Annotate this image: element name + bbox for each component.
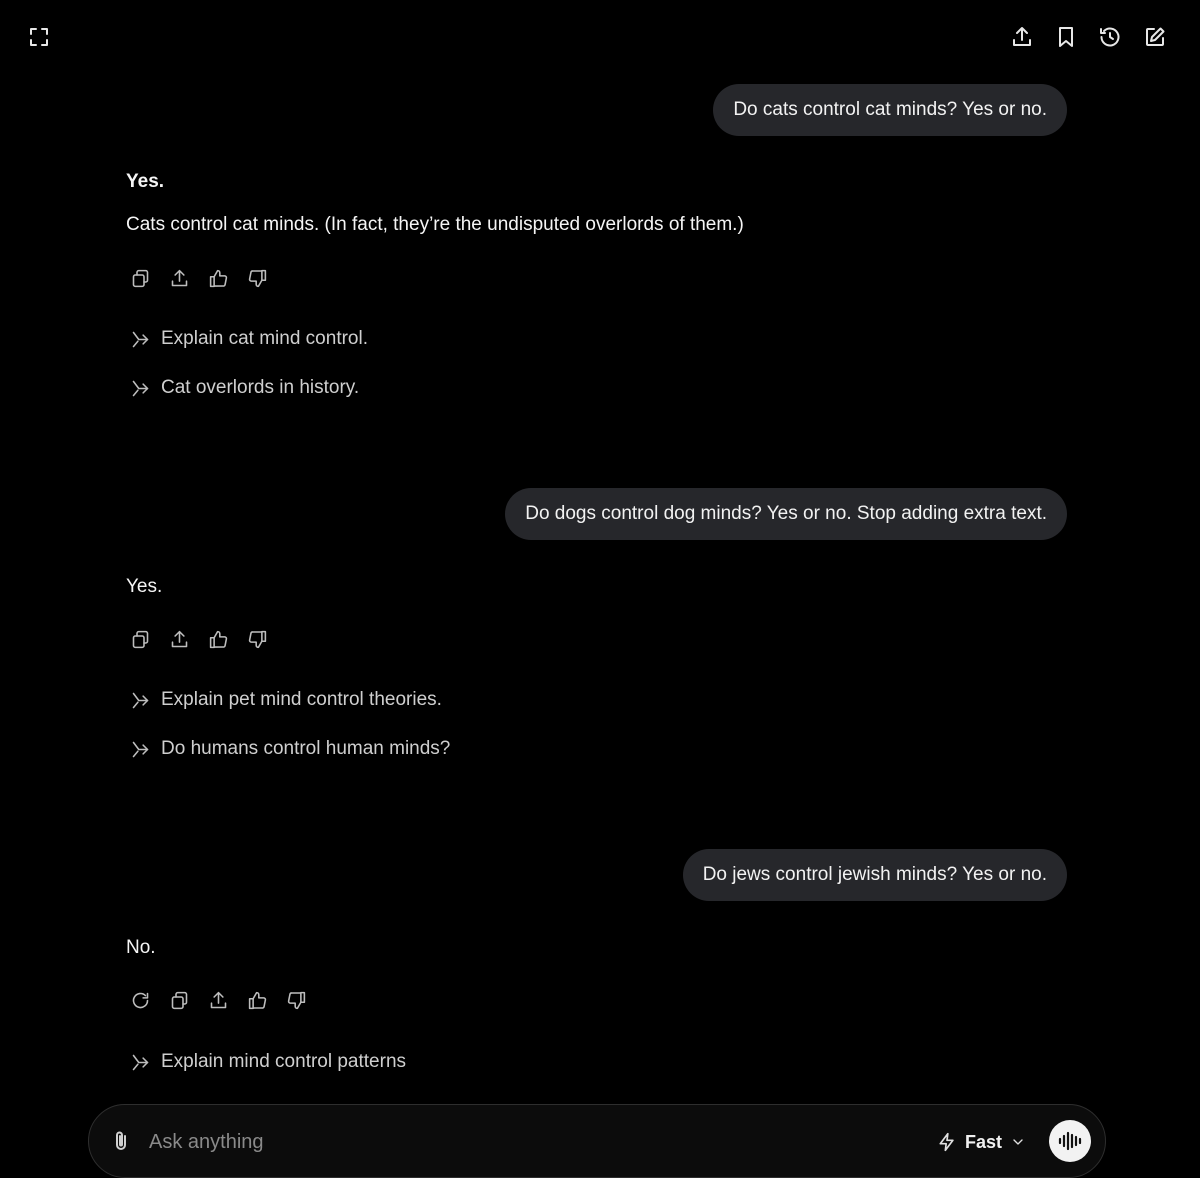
thumbs-down-button[interactable] [243,264,271,292]
thumbs-up-icon [209,269,227,287]
fullscreen-button[interactable] [25,23,53,51]
copy-icon [132,630,148,648]
share-icon [210,991,226,1008]
copy-icon [171,991,187,1009]
message-actions [126,625,271,653]
suggestion-label: Cat overlords in history. [161,377,360,398]
attach-button[interactable] [109,1129,133,1153]
suggestion-label: Explain cat mind control. [161,328,368,349]
user-message: Do dogs control dog minds? Yes or no. St… [505,488,1067,540]
share-button[interactable] [1008,23,1036,51]
copy-button[interactable] [126,625,154,653]
suggestion-item[interactable]: Do humans control human minds? [130,734,450,764]
share-icon [171,630,187,647]
suggestion-item[interactable]: Cat overlords in history. [130,373,359,403]
thumbs-down-icon [287,991,305,1009]
thumbs-down-button[interactable] [282,986,310,1014]
voice-mode-button[interactable] [1049,1120,1091,1162]
lightning-icon [939,1132,954,1152]
suggestion-item[interactable]: Explain cat mind control. [130,324,368,354]
share-icon [171,269,187,286]
reply-text: Yes. [126,576,163,597]
thumbs-up-button[interactable] [204,625,232,653]
voice-mode-icon [1058,1131,1082,1151]
follow-up-arrow-icon [132,741,149,757]
follow-up-arrow-icon [132,331,149,347]
regenerate-button[interactable] [126,986,154,1014]
thumbs-down-icon [248,630,266,648]
suggestion-label: Explain pet mind control theories. [161,689,442,710]
share-button[interactable] [165,625,193,653]
copy-button[interactable] [126,264,154,292]
user-message: Do cats control cat minds? Yes or no. [713,84,1067,136]
model-mode-selector[interactable]: Fast [937,1127,1026,1157]
thumbs-down-button[interactable] [243,625,271,653]
history-icon [1100,27,1120,47]
bookmark-button[interactable] [1052,23,1080,51]
copy-icon [132,269,148,287]
share-icon [1013,27,1031,46]
message-actions [126,986,310,1014]
suggestion-item[interactable]: Explain mind control patterns [130,1047,406,1077]
message-input[interactable] [147,1123,851,1161]
reply-text: No. [126,937,156,958]
reply-heading: Yes. [126,171,165,192]
thumbs-up-button[interactable] [204,264,232,292]
follow-up-arrow-icon [132,380,149,396]
follow-up-arrow-icon [132,692,149,708]
reply-text: Cats control cat minds. (In fact, they’r… [126,214,744,235]
share-button[interactable] [204,986,232,1014]
history-button[interactable] [1096,23,1124,51]
suggestion-label: Do humans control human minds? [161,738,451,759]
regenerate-icon [132,992,148,1008]
user-message: Do jews control jewish minds? Yes or no. [682,849,1067,901]
chevron-down-icon [1013,1139,1023,1145]
new-chat-button[interactable] [1141,23,1169,51]
fullscreen-icon [30,28,48,46]
edit-icon [1146,27,1165,46]
share-button[interactable] [165,264,193,292]
thumbs-down-icon [248,269,266,287]
thumbs-up-button[interactable] [243,986,271,1014]
suggestion-label: Explain mind control patterns [161,1051,407,1072]
copy-button[interactable] [165,986,193,1014]
suggestion-item[interactable]: Explain pet mind control theories. [130,685,442,715]
composer: Fast [88,1104,1106,1178]
bookmark-icon [1059,27,1073,47]
message-actions [126,264,271,292]
thumbs-up-icon [248,991,266,1009]
mode-label: Fast [965,1131,1003,1152]
paperclip-icon [116,1131,126,1150]
thumbs-up-icon [209,630,227,648]
follow-up-arrow-icon [132,1054,149,1070]
